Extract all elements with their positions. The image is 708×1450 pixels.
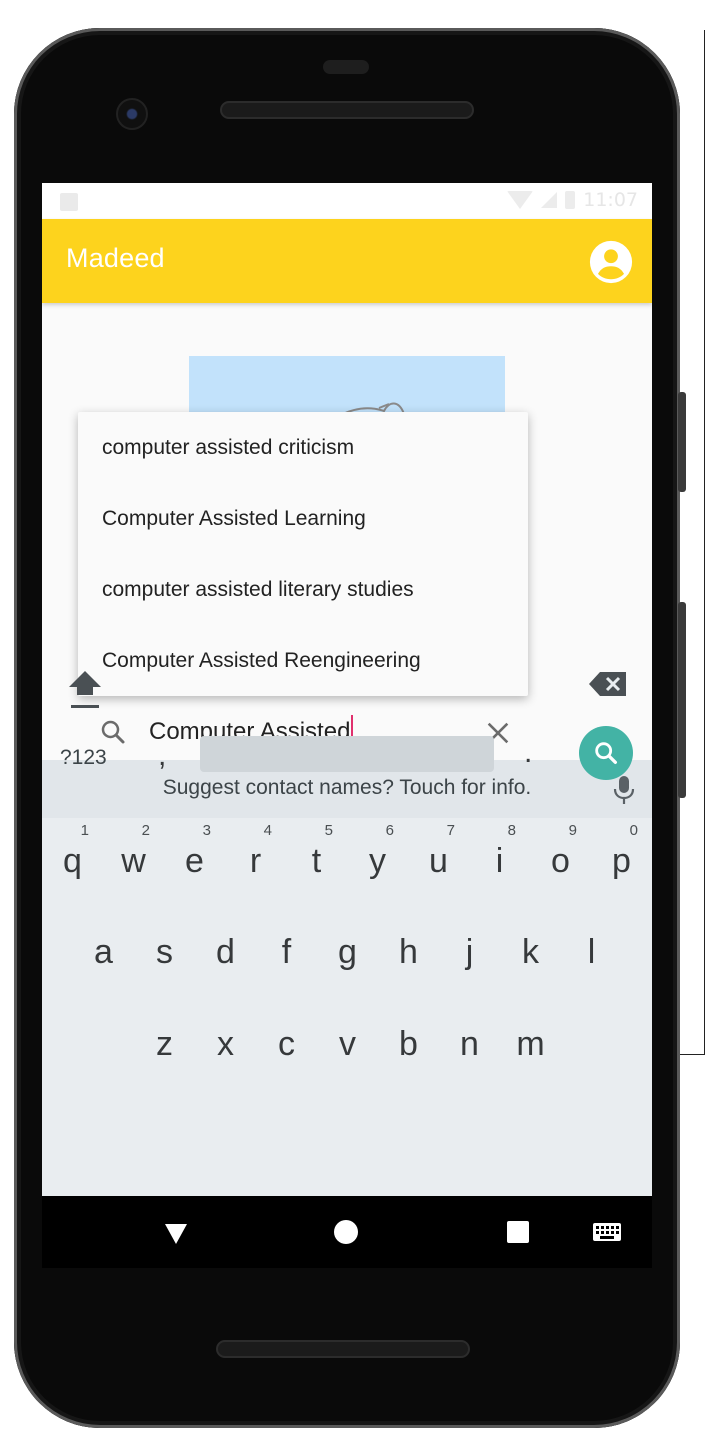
comma-key[interactable]: , — [158, 739, 166, 773]
key-f[interactable]: f — [256, 919, 317, 989]
shift-icon[interactable] — [66, 667, 104, 711]
key-h[interactable]: h — [378, 919, 439, 989]
key-p[interactable]: p0 — [591, 822, 652, 898]
key-g[interactable]: g — [317, 919, 378, 989]
key-q[interactable]: q1 — [42, 822, 103, 898]
suggestion-item[interactable]: Computer Assisted Reengineering — [78, 625, 528, 696]
key-k[interactable]: k — [500, 919, 561, 989]
key-r[interactable]: r4 — [225, 822, 286, 898]
key-l[interactable]: l — [561, 919, 622, 989]
recents-icon[interactable] — [507, 1221, 529, 1243]
suggestion-text: Suggest contact names? Touch for info. — [162, 776, 532, 799]
account-circle-icon[interactable] — [588, 239, 634, 285]
key-j[interactable]: j — [439, 919, 500, 989]
power-button — [678, 392, 686, 492]
key-u[interactable]: u7 — [408, 822, 469, 898]
status-icons: 11:07 — [507, 189, 638, 211]
key-o[interactable]: o9 — [530, 822, 591, 898]
microphone-icon[interactable] — [612, 774, 636, 806]
search-enter-key[interactable] — [579, 726, 633, 780]
key-e[interactable]: e3 — [164, 822, 225, 898]
key-i[interactable]: i8 — [469, 822, 530, 898]
frame-border-bottom — [680, 1054, 705, 1055]
backspace-icon[interactable] — [588, 670, 628, 698]
key-d[interactable]: d — [195, 919, 256, 989]
key-n[interactable]: n — [439, 1011, 500, 1081]
key-y[interactable]: y6 — [347, 822, 408, 898]
navigation-bar — [42, 1196, 652, 1268]
app-title: Madeed — [66, 243, 165, 273]
status-bar: 11:07 — [42, 183, 652, 219]
keyboard-switch-icon[interactable] — [592, 1222, 622, 1242]
battery-icon — [565, 191, 576, 209]
home-icon[interactable] — [334, 1220, 358, 1244]
top-speaker-grille — [220, 101, 474, 119]
bottom-speaker-grille — [216, 1340, 470, 1358]
soft-keyboard: Suggest contact names? Touch for info. q… — [42, 671, 652, 1196]
app-bar: Madeed — [42, 219, 652, 303]
status-time: 11:07 — [583, 189, 638, 211]
key-x[interactable]: x — [195, 1011, 256, 1081]
key-a[interactable]: a — [73, 919, 134, 989]
screen: 11:07 Madeed computer assisted criticism… — [42, 183, 652, 1196]
autocomplete-dropdown: computer assisted criticism Computer Ass… — [78, 412, 528, 696]
key-v[interactable]: v — [317, 1011, 378, 1081]
key-t[interactable]: t5 — [286, 822, 347, 898]
volume-button — [678, 602, 686, 798]
illustration-sketch — [338, 402, 405, 417]
key-s[interactable]: s — [134, 919, 195, 989]
front-camera — [116, 98, 148, 130]
proximity-sensor — [323, 60, 369, 74]
key-z[interactable]: z — [134, 1011, 195, 1081]
wifi-icon — [507, 191, 534, 209]
signal-icon — [541, 192, 558, 208]
key-c[interactable]: c — [256, 1011, 317, 1081]
key-m[interactable]: m — [500, 1011, 561, 1081]
suggestion-item[interactable]: Computer Assisted Learning — [78, 483, 528, 554]
search-icon — [101, 720, 125, 744]
symbols-key[interactable]: ?123 — [60, 746, 107, 770]
suggestion-item[interactable]: computer assisted literary studies — [78, 554, 528, 625]
period-key[interactable]: . — [524, 736, 532, 770]
back-icon[interactable] — [163, 1222, 189, 1246]
key-w[interactable]: w2 — [103, 822, 164, 898]
frame-border-right — [704, 30, 705, 1054]
search-icon — [595, 742, 617, 764]
key-b[interactable]: b — [378, 1011, 439, 1081]
space-key[interactable] — [200, 736, 494, 772]
suggestion-item[interactable]: computer assisted criticism — [78, 412, 528, 483]
notification-icon — [60, 193, 78, 211]
